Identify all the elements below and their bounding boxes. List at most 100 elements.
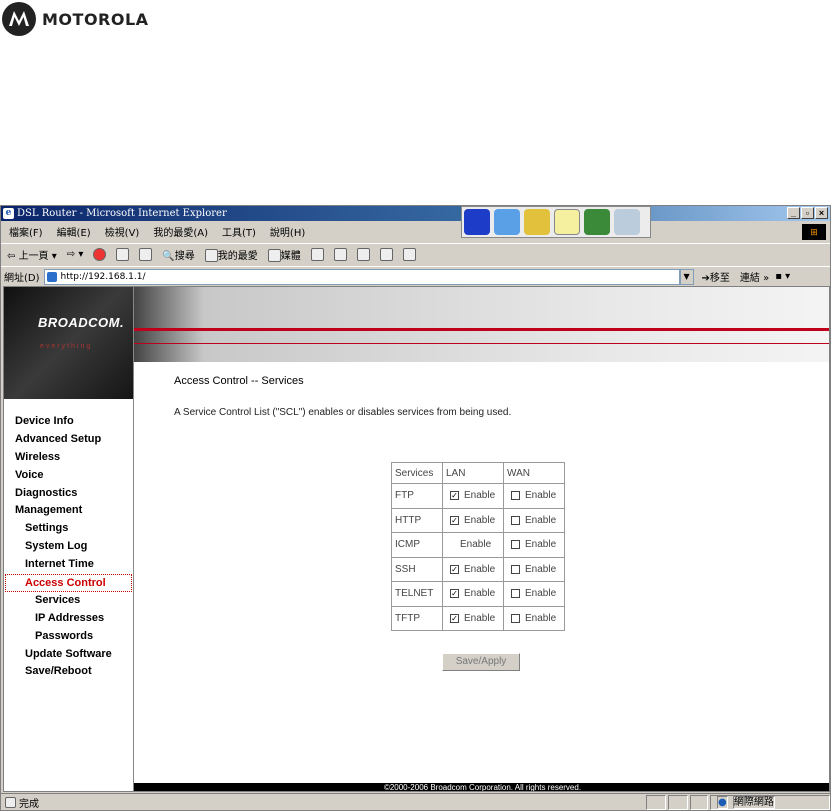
address-input[interactable]: http://192.168.1.1/ bbox=[43, 268, 680, 285]
refresh-icon[interactable] bbox=[116, 248, 130, 261]
nav-system-log[interactable]: System Log bbox=[4, 538, 134, 556]
lan-enable-checkbox[interactable]: ✓ bbox=[450, 515, 459, 525]
nav-management[interactable]: Management bbox=[4, 502, 134, 520]
banner-red-line bbox=[134, 328, 829, 331]
page-description: A Service Control List ("SCL") enables o… bbox=[174, 407, 512, 418]
close-button[interactable]: × bbox=[815, 207, 828, 219]
forward-button[interactable]: ⇨ ▾ bbox=[67, 249, 84, 260]
lan-enable-label: Enable bbox=[464, 563, 496, 575]
back-button[interactable]: ⇦ 上一頁 ▾ bbox=[7, 247, 57, 262]
search-button[interactable]: 🔍搜尋 bbox=[162, 247, 194, 262]
wan-enable-checkbox[interactable] bbox=[511, 564, 520, 574]
nav-diagnostics[interactable]: Diagnostics bbox=[4, 485, 134, 503]
menu-bar: 檔案(F) 編輯(E) 檢視(V) 我的最愛(A) 工具(T) 說明(H) bbox=[1, 222, 830, 241]
wan-enable-label: Enable bbox=[525, 563, 557, 575]
stop-icon[interactable] bbox=[93, 248, 107, 261]
lan-enable-checkbox[interactable]: ✓ bbox=[450, 589, 459, 599]
wan-enable-checkbox[interactable] bbox=[511, 589, 520, 599]
favorites-button[interactable]: 我的最愛 bbox=[204, 247, 258, 263]
save-apply-button[interactable]: Save/Apply bbox=[442, 653, 520, 671]
title-bar: e DSL Router - Microsoft Internet Explor… bbox=[1, 206, 830, 221]
wan-cell: Enable bbox=[504, 557, 564, 581]
wan-cell: Enable bbox=[504, 606, 564, 630]
browser-window: e DSL Router - Microsoft Internet Explor… bbox=[0, 205, 831, 811]
table-row: ICMP Enable Enable bbox=[392, 533, 564, 557]
col-services: Services bbox=[392, 463, 442, 483]
broadcom-tagline: everything bbox=[40, 343, 93, 350]
table-row: TFTP ✓ Enable Enable bbox=[392, 606, 564, 630]
lan-enable-checkbox[interactable]: ✓ bbox=[450, 491, 459, 501]
go-button[interactable]: ➔移至 bbox=[702, 269, 730, 284]
nav-wireless[interactable]: Wireless bbox=[4, 449, 134, 467]
links-button[interactable]: 連結 » bbox=[740, 269, 769, 284]
wan-cell: Enable bbox=[504, 533, 564, 557]
nav-save-reboot[interactable]: Save/Reboot bbox=[4, 663, 134, 681]
nav-access-control[interactable]: Access Control bbox=[5, 574, 132, 592]
lan-enable-label: Enable bbox=[460, 539, 492, 551]
service-name: HTTP bbox=[392, 508, 442, 532]
motorola-wordmark: MOTOROLA bbox=[42, 9, 149, 29]
edit-icon[interactable] bbox=[379, 248, 393, 261]
wan-enable-label: Enable bbox=[525, 490, 557, 502]
lan-enable-checkbox[interactable]: ✓ bbox=[450, 564, 459, 574]
page-icon bbox=[46, 271, 57, 282]
mail-icon[interactable] bbox=[333, 248, 347, 261]
table-header-row: Services LAN WAN bbox=[392, 463, 564, 483]
address-label: 網址(D) bbox=[4, 273, 40, 284]
print-icon[interactable] bbox=[356, 248, 370, 261]
zone-pane: ● 網際網路 bbox=[710, 795, 830, 810]
status-text: 完成 bbox=[19, 799, 39, 810]
menu-tools[interactable]: 工具(T) bbox=[222, 224, 256, 239]
menu-view[interactable]: 檢視(V) bbox=[105, 224, 140, 239]
page-viewport: BROADCOM. everything Device Info Advance… bbox=[3, 286, 830, 792]
go-label: 移至 bbox=[709, 273, 730, 284]
nav-internet-time[interactable]: Internet Time bbox=[4, 556, 134, 574]
nav-voice[interactable]: Voice bbox=[4, 467, 134, 485]
lan-enable-checkbox[interactable]: ✓ bbox=[450, 613, 459, 623]
copyright-footer: ©2000-2006 Broadcom Corporation. All rig… bbox=[134, 783, 829, 791]
sidebar: Device Info Advanced Setup Wireless Voic… bbox=[4, 399, 134, 791]
page-title: Access Control -- Services bbox=[174, 375, 304, 387]
address-dropdown-icon[interactable]: ▼ bbox=[679, 268, 694, 285]
nav-advanced-setup[interactable]: Advanced Setup bbox=[4, 431, 134, 449]
nav-ip-addresses[interactable]: IP Addresses bbox=[4, 610, 134, 628]
wan-enable-label: Enable bbox=[525, 612, 557, 624]
discuss-icon[interactable] bbox=[402, 248, 416, 261]
window-title: DSL Router - Microsoft Internet Explorer bbox=[17, 208, 227, 219]
nav-device-info[interactable]: Device Info bbox=[4, 413, 134, 431]
wan-enable-checkbox[interactable] bbox=[511, 540, 520, 550]
wan-enable-checkbox[interactable] bbox=[511, 491, 520, 501]
service-name: FTP bbox=[392, 484, 442, 508]
history-icon[interactable] bbox=[310, 248, 324, 261]
status-pane bbox=[646, 795, 666, 810]
services-table: Services LAN WAN FTP ✓ Enable Enable HTTP… bbox=[391, 462, 565, 631]
status-pane bbox=[668, 795, 688, 810]
media-button[interactable]: 媒體 bbox=[267, 247, 301, 263]
wan-enable-checkbox[interactable] bbox=[511, 515, 520, 525]
motorola-logo-icon bbox=[2, 2, 36, 36]
status-bar: 完成 ● 網際網路 bbox=[1, 793, 830, 811]
minimize-button[interactable]: _ bbox=[787, 207, 800, 219]
nav-services[interactable]: Services bbox=[4, 592, 134, 610]
motorola-header: MOTOROLA bbox=[2, 2, 149, 36]
media-icon bbox=[267, 249, 281, 263]
menu-help[interactable]: 說明(H) bbox=[270, 224, 305, 239]
translate-icon[interactable]: ▪ ▾ bbox=[775, 271, 790, 282]
links-label: 連結 bbox=[739, 273, 760, 284]
menu-favorites[interactable]: 我的最愛(A) bbox=[153, 224, 208, 239]
windows-logo-icon: ⊞ bbox=[802, 224, 826, 240]
nav-passwords[interactable]: Passwords bbox=[4, 628, 134, 646]
maximize-button[interactable]: ▫ bbox=[801, 207, 814, 219]
nav-settings[interactable]: Settings bbox=[4, 520, 134, 538]
wan-cell: Enable bbox=[504, 582, 564, 606]
nav-update-software[interactable]: Update Software bbox=[4, 646, 134, 664]
wan-enable-checkbox[interactable] bbox=[511, 613, 520, 623]
lan-enable-label: Enable bbox=[464, 612, 496, 624]
wan-enable-label: Enable bbox=[525, 588, 557, 600]
menu-edit[interactable]: 編輯(E) bbox=[57, 224, 91, 239]
home-icon[interactable] bbox=[139, 248, 153, 261]
table-row: TELNET ✓ Enable Enable bbox=[392, 582, 564, 606]
menu-file[interactable]: 檔案(F) bbox=[9, 224, 43, 239]
wan-cell: Enable bbox=[504, 484, 564, 508]
col-wan: WAN bbox=[504, 463, 564, 483]
